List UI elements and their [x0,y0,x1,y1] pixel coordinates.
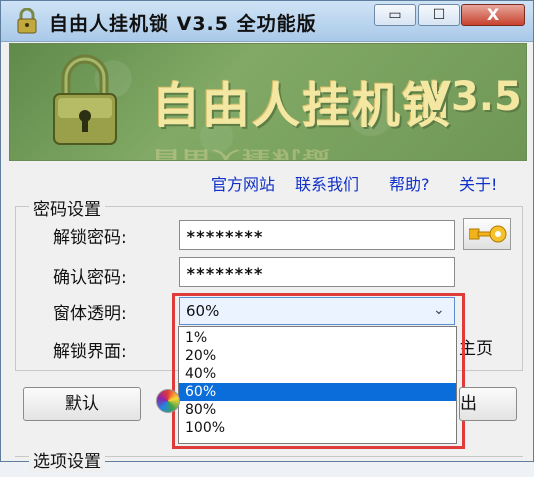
exit-button[interactable]: 出 [459,387,517,421]
lock-icon [17,8,37,34]
link-contact-us[interactable]: 联系我们 [295,171,359,195]
dropdown-option-selected[interactable]: 60% [179,383,456,401]
banner-reflection: 自由人挂机锁 [152,147,333,161]
link-official-site[interactable]: 官方网站 [211,171,275,195]
default-button[interactable]: 默认 [23,387,141,421]
transparency-dropdown: 1% 20% 40% 60% 80% 100% [178,326,457,444]
homepage-fragment[interactable]: 主页 [459,334,493,359]
title-bar[interactable]: 自由人挂机锁 V3.5 全功能版 ▭ ☐ X [1,1,533,42]
close-icon: X [486,5,500,24]
dropdown-option[interactable]: 1% [179,329,456,347]
unlock-ui-label: 解锁界面: [53,342,127,362]
transparency-select[interactable]: 60% [179,297,455,325]
link-help[interactable]: 帮助? [389,171,430,195]
banner: 自由人挂机锁 V3.5 自由人挂机锁 [9,43,527,161]
unlock-password-label: 解锁密码: [53,228,127,248]
confirm-password-label: 确认密码: [53,268,127,288]
link-about[interactable]: 关于! [459,171,497,195]
window-title: 自由人挂机锁 V3.5 全功能版 [49,13,317,35]
banner-version: V3.5 [420,74,522,120]
banner-title: 自由人挂机锁 [152,78,453,134]
dropdown-option[interactable]: 80% [179,401,456,419]
chevron-down-icon[interactable]: ⌄ [433,302,449,318]
minimize-button[interactable]: ▭ [374,4,416,26]
close-button[interactable]: X [461,4,525,26]
dropdown-option[interactable]: 100% [179,419,456,437]
padlock-icon [53,54,117,145]
minimize-icon: ▭ [388,7,402,23]
options-settings-legend: 选项设置 [29,447,105,472]
key-icon [469,225,507,243]
maximize-icon: ☐ [432,7,446,23]
color-wheel-icon[interactable] [156,389,180,413]
key-button[interactable] [463,218,511,250]
app-window: 自由人挂机锁 V3.5 全功能版 ▭ ☐ X 自由人挂机锁 V3.5 自由人挂机… [0,0,534,472]
confirm-password-input[interactable]: ******** [179,257,455,287]
transparency-label: 窗体透明: [53,304,127,324]
unlock-password-input[interactable]: ******** [179,220,455,250]
dropdown-option[interactable]: 40% [179,365,456,383]
dropdown-option[interactable]: 20% [179,347,456,365]
password-settings-legend: 密码设置 [29,195,105,220]
maximize-button[interactable]: ☐ [418,4,460,26]
